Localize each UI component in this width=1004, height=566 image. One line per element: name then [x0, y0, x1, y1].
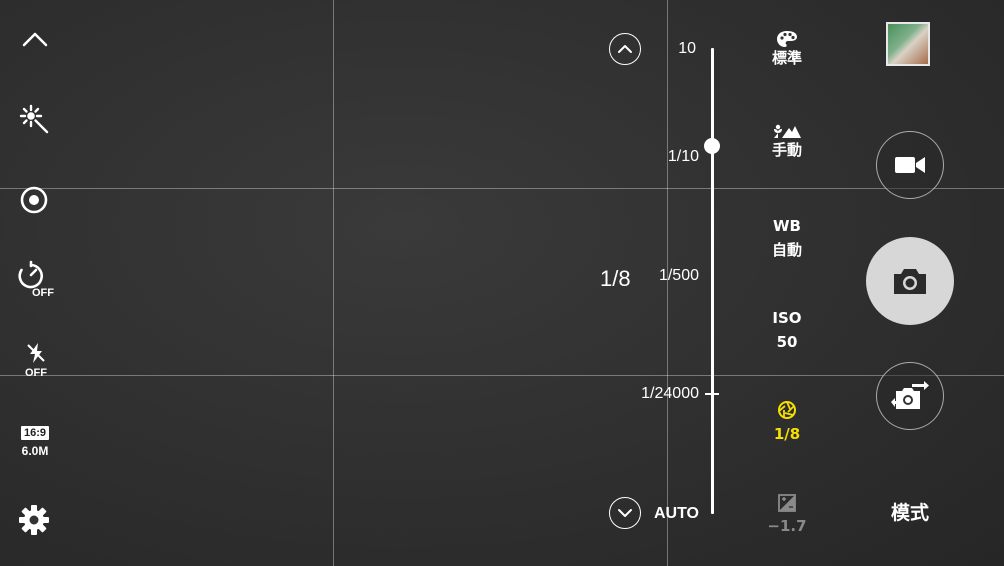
- resolution-label: 6.0M: [21, 444, 49, 458]
- exposure-setting[interactable]: −1.7: [752, 494, 822, 536]
- gallery-thumbnail[interactable]: [886, 22, 930, 66]
- effects-button[interactable]: [15, 100, 53, 138]
- camera-icon: [894, 269, 926, 294]
- focus-mountain-icon: [774, 124, 801, 138]
- setting-label: WB: [773, 217, 801, 235]
- focus-mode-setting[interactable]: 手動: [752, 120, 822, 160]
- iso-setting[interactable]: ISO 50: [752, 308, 822, 352]
- color-tone-setting[interactable]: 標準: [752, 30, 822, 68]
- video-camera-icon: [895, 157, 925, 173]
- shutter-button[interactable]: [866, 237, 954, 325]
- settings-button[interactable]: [16, 502, 52, 538]
- picture-size-button[interactable]: 16:9 6.0M: [12, 420, 58, 464]
- tick-label: 1/500: [658, 267, 699, 284]
- setting-value: 手動: [771, 141, 802, 159]
- setting-value: −1.7: [767, 517, 807, 535]
- flash-button[interactable]: OFF: [18, 338, 54, 382]
- mode-button[interactable]: 模式: [880, 498, 940, 525]
- chevron-up-icon: [22, 32, 48, 47]
- record-video-button[interactable]: [876, 131, 944, 199]
- palette-icon: [777, 31, 797, 47]
- metering-icon: [20, 186, 48, 214]
- magic-wand-icon: [19, 104, 49, 134]
- switch-camera-icon: [891, 381, 929, 409]
- shutter-speed-slider-track[interactable]: [711, 48, 714, 514]
- grid-line: [333, 0, 334, 566]
- chevron-up-icon: [618, 45, 632, 53]
- white-balance-setting[interactable]: WB 自動: [752, 216, 822, 260]
- slider-tick-mark: [705, 393, 719, 395]
- setting-value: 50: [776, 333, 798, 351]
- collapse-button[interactable]: [18, 24, 52, 54]
- camera-viewfinder[interactable]: [0, 0, 1004, 566]
- setting-label: ISO: [772, 309, 802, 327]
- grid-line: [0, 375, 1004, 376]
- tick-label: AUTO: [653, 505, 699, 522]
- flash-state-label: OFF: [25, 366, 47, 379]
- setting-value: 自動: [771, 241, 802, 259]
- slider-down-button[interactable]: [609, 497, 641, 529]
- grid-line: [0, 188, 1004, 189]
- tick-label: 10: [678, 40, 696, 57]
- shutter-speed-slider-handle[interactable]: [704, 138, 720, 154]
- flash-off-icon: [27, 342, 45, 363]
- aspect-ratio-badge: 16:9: [20, 426, 50, 440]
- current-shutter-value: 1/8: [600, 266, 631, 291]
- setting-value: 1/8: [773, 425, 801, 443]
- tick-label: 1/10: [667, 148, 699, 165]
- switch-camera-button[interactable]: [876, 362, 944, 430]
- gear-icon: [19, 505, 49, 535]
- timer-state-label: OFF: [32, 287, 54, 299]
- tick-label: 1/24000: [641, 385, 699, 402]
- exposure-icon: [778, 494, 796, 512]
- slider-up-button[interactable]: [609, 33, 641, 65]
- shutter-speed-setting[interactable]: 1/8: [752, 400, 822, 444]
- timer-button[interactable]: OFF: [14, 258, 58, 302]
- chevron-down-icon: [618, 509, 632, 517]
- metering-button[interactable]: [16, 182, 52, 218]
- setting-value: 標準: [771, 49, 802, 67]
- aperture-icon: [778, 401, 796, 419]
- timer-icon: [18, 260, 44, 289]
